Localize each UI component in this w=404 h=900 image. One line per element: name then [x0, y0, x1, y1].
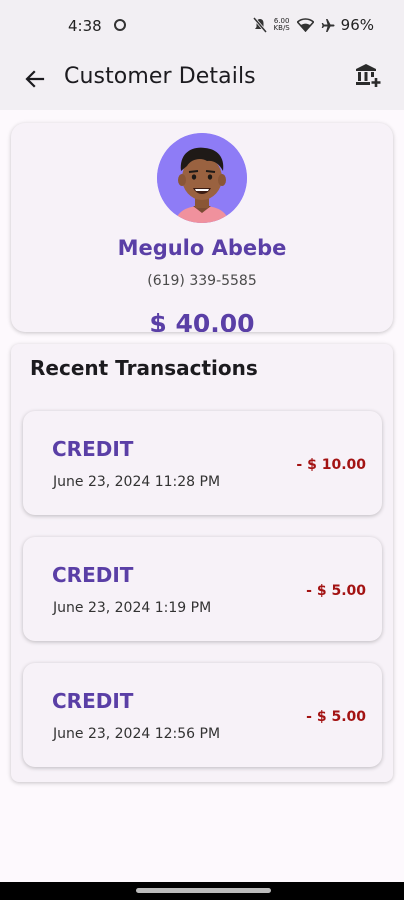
notification-icon: [114, 19, 126, 31]
transaction-date: June 23, 2024 1:19 PM: [53, 600, 212, 616]
airplane-icon: [321, 18, 335, 32]
network-speed-unit: KB/S: [273, 24, 290, 32]
recent-transactions-card: Recent Transactions CREDIT June 23, 2024…: [11, 344, 393, 782]
customer-name: Megulo Abebe: [117, 236, 287, 260]
network-speed: 6.00 KB/S: [273, 18, 291, 32]
system-nav-bar: [0, 882, 404, 900]
transaction-date: June 23, 2024 11:28 PM: [53, 474, 221, 490]
transaction-type: CREDIT: [52, 437, 134, 461]
recent-transactions-heading: Recent Transactions: [30, 356, 258, 380]
avatar: [157, 133, 247, 223]
status-time: 4:38: [68, 17, 102, 35]
transaction-amount: - $ 10.00: [296, 457, 366, 473]
app-bar: Customer Details: [0, 52, 404, 110]
add-bank-button[interactable]: [354, 61, 384, 91]
status-bar: 4:38 6.00 KB/S 96%: [0, 0, 404, 52]
arrow-back-icon: [25, 70, 45, 88]
transaction-amount: - $ 5.00: [306, 583, 366, 599]
battery-level: 96%: [340, 16, 374, 34]
status-icons: 6.00 KB/S 96%: [252, 16, 374, 34]
transaction-date: June 23, 2024 12:56 PM: [53, 726, 221, 742]
back-button[interactable]: [20, 64, 50, 94]
wifi-icon: [296, 18, 314, 32]
person-avatar-icon: [157, 133, 247, 223]
transaction-type: CREDIT: [52, 563, 134, 587]
bank-add-icon: [356, 64, 381, 87]
transaction-item[interactable]: CREDIT June 23, 2024 11:28 PM - $ 10.00: [23, 411, 382, 515]
page-title: Customer Details: [64, 64, 256, 89]
customer-balance: $ 40.00: [149, 309, 255, 332]
transaction-item[interactable]: CREDIT June 23, 2024 1:19 PM - $ 5.00: [23, 537, 382, 641]
mute-icon: [252, 17, 267, 33]
customer-phone: (619) 339-5585: [147, 273, 257, 289]
transaction-item[interactable]: CREDIT June 23, 2024 12:56 PM - $ 5.00: [23, 663, 382, 767]
transaction-type: CREDIT: [52, 689, 134, 713]
customer-profile-card: Megulo Abebe (619) 339-5585 $ 40.00: [11, 123, 393, 332]
transaction-amount: - $ 5.00: [306, 709, 366, 725]
home-gesture-handle[interactable]: [136, 888, 271, 893]
